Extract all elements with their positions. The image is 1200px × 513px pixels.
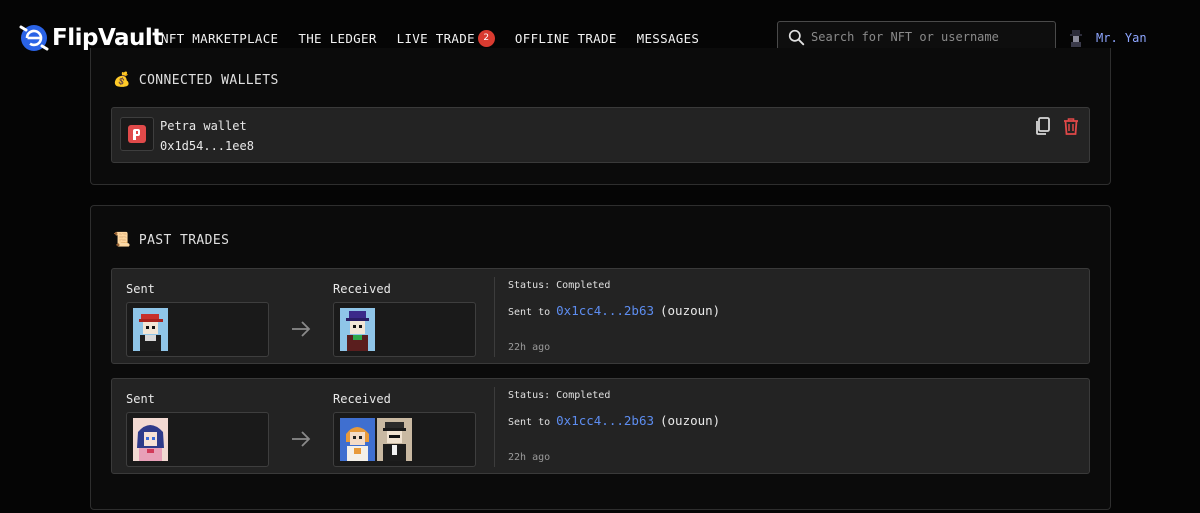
copy-icon[interactable]	[1033, 116, 1053, 136]
trade-card: Sent Received Status: Completed Sent to …	[111, 268, 1090, 364]
main-nav: NFT MARKETPLACE THE LEDGER LIVE TRADE 2 …	[161, 30, 719, 47]
trade-time: 22h ago	[508, 342, 551, 353]
received-label: Received	[333, 282, 391, 296]
arrow-right-icon	[292, 321, 311, 337]
delete-wallet-icon[interactable]	[1061, 116, 1081, 136]
recipient-address-link[interactable]: 0x1cc4...2b63	[556, 413, 654, 428]
nav-live-trade-label: LIVE TRADE	[396, 31, 475, 46]
money-bag-icon: 💰	[113, 72, 131, 88]
wallet-address: 0x1d54...1ee8	[160, 139, 254, 153]
trade-recipient: Sent to 0x1cc4...2b63 (ouzoun)	[508, 303, 720, 318]
trade-status: Status: Completed	[508, 280, 611, 291]
received-nfts-box	[333, 412, 476, 467]
user-name: Mr. Yan	[1096, 31, 1147, 45]
red-cap-pixel-nft[interactable]	[133, 308, 168, 351]
search-input[interactable]	[811, 30, 1041, 44]
flipvault-logo-icon	[19, 25, 49, 51]
connected-wallets-title: CONNECTED WALLETS	[138, 72, 279, 88]
sent-label: Sent	[126, 282, 155, 296]
scroll-icon: 📜	[113, 232, 131, 248]
sent-to-label: Sent to	[508, 417, 551, 428]
past-trades-panel: 📜 PAST TRADES Sent Received Status: Comp…	[90, 205, 1111, 510]
past-trades-title: PAST TRADES	[138, 232, 230, 248]
arrow-right-icon	[292, 431, 311, 447]
sent-label: Sent	[126, 392, 155, 406]
recipient-address-link[interactable]: 0x1cc4...2b63	[556, 303, 654, 318]
trade-card: Sent Received Status: Completed Sent to …	[111, 378, 1090, 474]
recipient-username: (ouzoun)	[660, 413, 721, 428]
user-avatar	[1070, 30, 1082, 47]
trade-recipient: Sent to 0x1cc4...2b63 (ouzoun)	[508, 413, 720, 428]
received-label: Received	[333, 392, 391, 406]
anime-girl-nft[interactable]	[133, 418, 168, 461]
trade-time: 22h ago	[508, 452, 551, 463]
nav-offline-trade[interactable]: OFFLINE TRADE	[515, 31, 617, 46]
connected-wallets-heading: 💰 CONNECTED WALLETS	[113, 72, 279, 88]
trade-divider	[494, 387, 495, 467]
recipient-username: (ouzoun)	[660, 303, 721, 318]
nav-the-ledger[interactable]: THE LEDGER	[298, 31, 376, 46]
purple-hat-pixel-nft[interactable]	[340, 308, 375, 351]
past-trades-heading: 📜 PAST TRADES	[113, 232, 229, 248]
nav-nft-marketplace[interactable]: NFT MARKETPLACE	[161, 31, 278, 46]
sent-to-label: Sent to	[508, 307, 551, 318]
sent-nfts-box	[126, 302, 269, 357]
connected-wallets-panel: 💰 CONNECTED WALLETS Petra wallet 0x1d54.…	[90, 48, 1111, 185]
trade-divider	[494, 277, 495, 357]
live-trade-count-badge: 2	[477, 30, 495, 47]
orange-hair-nft[interactable]	[340, 418, 375, 461]
search-icon	[788, 29, 805, 45]
nav-messages[interactable]: MESSAGES	[637, 31, 700, 46]
nav-live-trade[interactable]: LIVE TRADE 2	[397, 30, 495, 47]
user-menu[interactable]: Mr. Yan	[1066, 28, 1147, 48]
received-nfts-box	[333, 302, 476, 357]
wallet-name: Petra wallet	[160, 119, 247, 133]
sailor-cap-nft[interactable]	[377, 418, 412, 461]
petra-wallet-icon	[120, 117, 154, 151]
sent-nfts-box	[126, 412, 269, 467]
trade-status: Status: Completed	[508, 390, 611, 401]
wallet-card: Petra wallet 0x1d54...1ee8	[111, 107, 1090, 163]
